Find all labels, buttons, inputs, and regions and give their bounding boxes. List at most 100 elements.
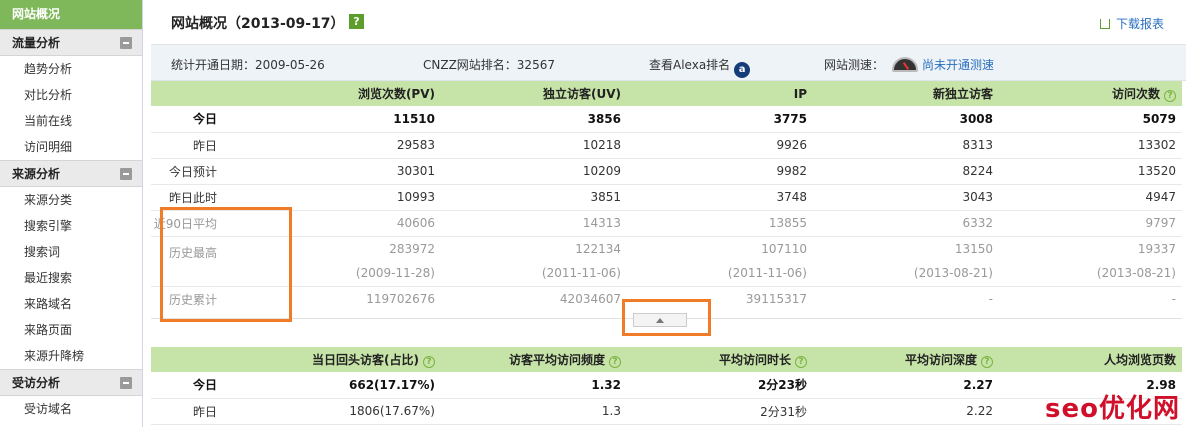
sidebar-item-visit-detail[interactable]: 访问明细 (0, 134, 142, 160)
help-icon[interactable]: ? (1164, 90, 1176, 102)
column-header-duration[interactable]: 平均访问时长? (627, 347, 813, 372)
alexa-label: 查看Alexa排名 (649, 58, 731, 72)
table-cell: 42034607 (559, 292, 621, 307)
table-row: 近90日平均 40606 14313 13855 6332 9797 (151, 210, 1182, 237)
column-header-label: 平均访问时长 (718, 353, 791, 367)
table-cell: 30301 (255, 158, 441, 185)
sidebar-group-label: 流量分析 (12, 36, 61, 50)
table-header-row: 当日回头访客(占比)? 访客平均访问频度? 平均访问时长? 平均访问深度? 人均… (151, 347, 1182, 372)
cnzz-rank: CNZZ网站排名：32567 (423, 58, 555, 72)
table-cell: 14313 (441, 210, 627, 237)
sidebar-item-referrer-domain[interactable]: 来路域名 (0, 291, 142, 317)
table-cell: (2013-08-21) (813, 261, 999, 287)
table-cell: - (988, 292, 993, 307)
column-header-new-uv[interactable]: 新独立访客 (813, 81, 999, 106)
table-cell: 3748 (627, 184, 813, 211)
table-row: 昨日 29583 10218 9926 8313 13302 (151, 132, 1182, 159)
column-header-pv[interactable]: 浏览次数(PV) (255, 81, 441, 106)
download-report-link[interactable]: 下载报表 (1099, 15, 1164, 32)
table-cell: 13855 (627, 210, 813, 237)
table-cell: 9797 (999, 210, 1182, 237)
table-cell: 3775 (627, 106, 813, 133)
collapse-icon[interactable] (120, 377, 132, 389)
column-header-uv[interactable]: 独立访客(UV) (441, 81, 627, 106)
table-cell: (2013-08-21) (999, 261, 1182, 287)
sidebar-item-trend[interactable]: 趋势分析 (0, 56, 142, 82)
annotation-highlight-box (622, 299, 711, 336)
sidebar-group-label: 受访分析 (12, 376, 61, 390)
table-row: 今日预计 30301 10209 9982 8224 13520 (151, 158, 1182, 185)
speed-label: 网站测速： (824, 58, 885, 72)
download-label: 下载报表 (1115, 17, 1164, 31)
collapse-icon[interactable] (120, 37, 132, 49)
table-cell: 13302 (999, 132, 1182, 159)
table-cell: 3043 (813, 184, 999, 211)
table-row: (2009-11-28) (2011-11-06) (2011-11-06) (… (151, 261, 1182, 287)
table-cell: 107110 (761, 241, 807, 256)
sidebar-item-search-engine[interactable]: 搜索引擎 (0, 213, 142, 239)
table-cell: 3856 (441, 106, 627, 133)
table-cell: 11510 (255, 106, 441, 133)
visitor-quality-table: 当日回头访客(占比)? 访客平均访问频度? 平均访问时长? 平均访问深度? 人均… (151, 347, 1182, 425)
sidebar-group-source[interactable]: 来源分析 (0, 160, 142, 187)
table-cell: 29583 (255, 132, 441, 159)
sidebar-item-visited-domain[interactable]: 受访域名 (0, 396, 142, 422)
table-cell: 13520 (999, 158, 1182, 185)
table-cell: 122134 (575, 241, 621, 256)
sidebar-item-source-category[interactable]: 来源分类 (0, 187, 142, 213)
speedometer-icon (892, 57, 919, 72)
sidebar-group-label: 来源分析 (12, 167, 61, 181)
sidebar-item-compare[interactable]: 对比分析 (0, 82, 142, 108)
alexa-rank-link[interactable]: 查看Alexa排名 a (649, 56, 751, 78)
alexa-icon: a (734, 62, 751, 78)
sidebar-item-referrer-page[interactable]: 来路页面 (0, 317, 142, 343)
column-header (151, 347, 255, 372)
column-header-label: 访问次数 (1111, 87, 1160, 101)
table-cell: 9982 (627, 158, 813, 185)
help-icon[interactable]: ? (609, 356, 621, 368)
column-header-frequency[interactable]: 访客平均访问频度? (441, 347, 627, 372)
table-cell: - (1171, 292, 1176, 307)
table-cell: 3008 (813, 106, 999, 133)
help-icon[interactable]: ? (349, 14, 364, 29)
download-icon (1099, 19, 1110, 29)
help-icon[interactable]: ? (423, 356, 435, 368)
sidebar-item-recent-search[interactable]: 最近搜索 (0, 265, 142, 291)
overview-table: 浏览次数(PV) 独立访客(UV) IP 新独立访客 访问次数? 今日 1151… (151, 81, 1182, 312)
column-header-depth[interactable]: 平均访问深度? (813, 347, 999, 372)
table-cell: 9926 (627, 132, 813, 159)
column-header-label: 当日回头访客(占比) (312, 353, 419, 367)
main-content: 网站概况（2013-09-17） ? 下载报表 统计开通日期：2009-05-2… (151, 0, 1186, 427)
info-bar: 统计开通日期：2009-05-26 CNZZ网站排名：32567 查看Alexa… (151, 45, 1186, 81)
collapse-icon[interactable] (120, 168, 132, 180)
column-header-visits[interactable]: 访问次数? (999, 81, 1182, 106)
help-icon[interactable]: ? (795, 356, 807, 368)
speed-test: 网站测速： 尚未开通测速 (824, 56, 994, 73)
column-header-pages-per-visitor[interactable]: 人均浏览页数 (999, 347, 1182, 372)
table-cell: 5079 (999, 106, 1182, 133)
speed-test-link[interactable]: 尚未开通测速 (922, 58, 994, 72)
sidebar-item-overview[interactable]: 网站概况 (0, 0, 142, 29)
sidebar-item-source-ranking[interactable]: 来源升降榜 (0, 343, 142, 369)
table-cell: 4947 (999, 184, 1182, 211)
table-cell: 6332 (813, 210, 999, 237)
table-row: 今日 662(17.17%) 1.32 2分23秒 2.27 2.98 (151, 372, 1182, 399)
table-cell: (2011-11-06) (627, 261, 813, 287)
sidebar-item-search-term[interactable]: 搜索词 (0, 239, 142, 265)
sidebar: 网站概况 流量分析 趋势分析 对比分析 当前在线 访问明细 来源分析 来源分类 … (0, 0, 143, 427)
sidebar-group-traffic[interactable]: 流量分析 (0, 29, 142, 56)
sidebar-group-visited[interactable]: 受访分析 (0, 369, 142, 396)
page-title: 网站概况（2013-09-17） (171, 16, 345, 32)
column-header (151, 81, 255, 106)
column-header-label: 访客平均访问频度 (508, 353, 605, 367)
sidebar-item-online[interactable]: 当前在线 (0, 108, 142, 134)
table-cell: 10218 (441, 132, 627, 159)
table-cell: 1.3 (441, 398, 627, 425)
help-icon[interactable]: ? (981, 356, 993, 368)
table-cell: (2011-11-06) (441, 261, 627, 287)
table-header-row: 浏览次数(PV) 独立访客(UV) IP 新独立访客 访问次数? (151, 81, 1182, 106)
row-label: 今日预计 (151, 158, 255, 185)
column-header-returning[interactable]: 当日回头访客(占比)? (255, 347, 441, 372)
column-header-ip[interactable]: IP (627, 81, 813, 106)
table-cell: 2分23秒 (627, 372, 813, 399)
